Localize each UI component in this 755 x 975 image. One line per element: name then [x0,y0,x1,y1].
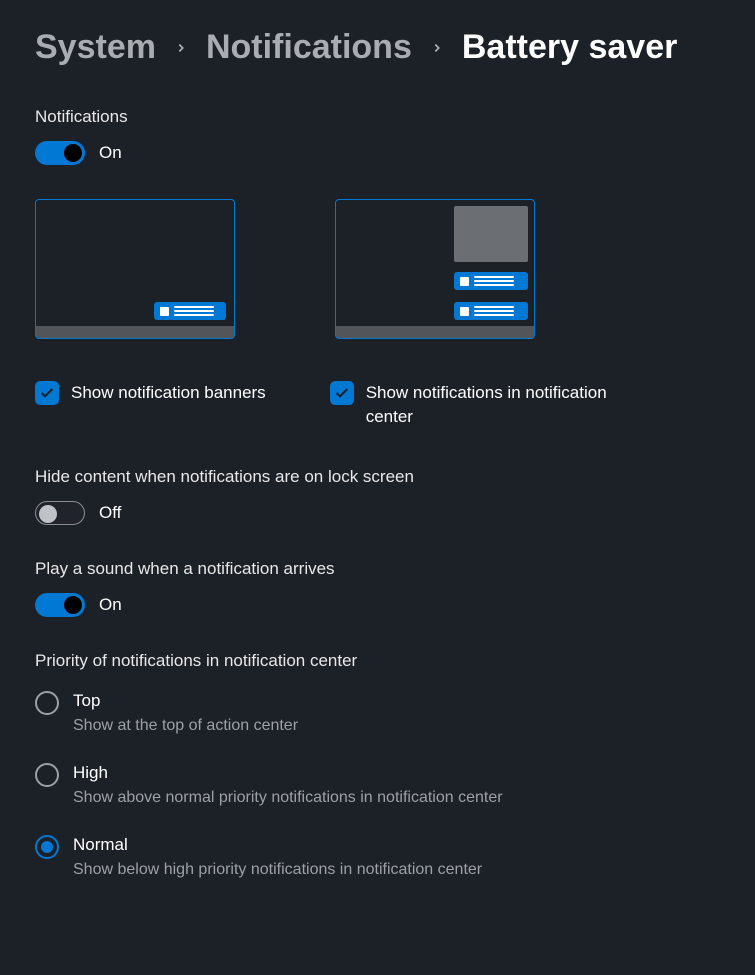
chevron-right-icon [430,35,444,61]
check-icon [39,385,55,401]
priority-top-desc: Show at the top of action center [73,717,298,735]
chevron-right-icon [174,35,188,61]
priority-high-title: High [73,763,503,783]
notifications-toggle-state: On [99,143,122,163]
preview-banner-card[interactable] [35,199,235,339]
sound-toggle[interactable] [35,593,85,617]
sound-label: Play a sound when a notification arrives [35,559,720,579]
breadcrumb-system[interactable]: System [35,28,156,67]
breadcrumb-notifications[interactable]: Notifications [206,28,412,67]
radio-icon [35,835,59,859]
banner-icon [454,302,528,320]
notification-previews [35,199,720,339]
priority-top-title: Top [73,691,298,711]
notifications-label: Notifications [35,107,720,127]
show-center-label: Show notifications in notification cente… [366,381,610,429]
priority-high-desc: Show above normal priority notifications… [73,789,503,807]
preview-center-card[interactable] [335,199,535,339]
flyout-icon [454,206,528,262]
radio-icon [35,691,59,715]
priority-radio-high[interactable]: High Show above normal priority notifica… [35,763,720,807]
show-banners-checkbox[interactable] [35,381,59,405]
show-center-checkbox[interactable] [330,381,354,405]
check-icon [334,385,350,401]
radio-icon [35,763,59,787]
priority-radio-top[interactable]: Top Show at the top of action center [35,691,720,735]
breadcrumb: System Notifications Battery saver [35,28,720,67]
priority-normal-title: Normal [73,835,482,855]
taskbar-icon [336,326,534,338]
priority-normal-desc: Show below high priority notifications i… [73,861,482,879]
priority-radio-normal[interactable]: Normal Show below high priority notifica… [35,835,720,879]
priority-label: Priority of notifications in notificatio… [35,651,720,671]
taskbar-icon [36,326,234,338]
notifications-toggle[interactable] [35,141,85,165]
sound-toggle-state: On [99,595,122,615]
hide-content-toggle-state: Off [99,503,121,523]
page-title: Battery saver [462,28,677,67]
banner-icon [454,272,528,290]
hide-content-label: Hide content when notifications are on l… [35,467,720,487]
hide-content-toggle[interactable] [35,501,85,525]
priority-radio-group: Top Show at the top of action center Hig… [35,691,720,879]
show-banners-label: Show notification banners [71,381,266,405]
banner-icon [154,302,226,320]
